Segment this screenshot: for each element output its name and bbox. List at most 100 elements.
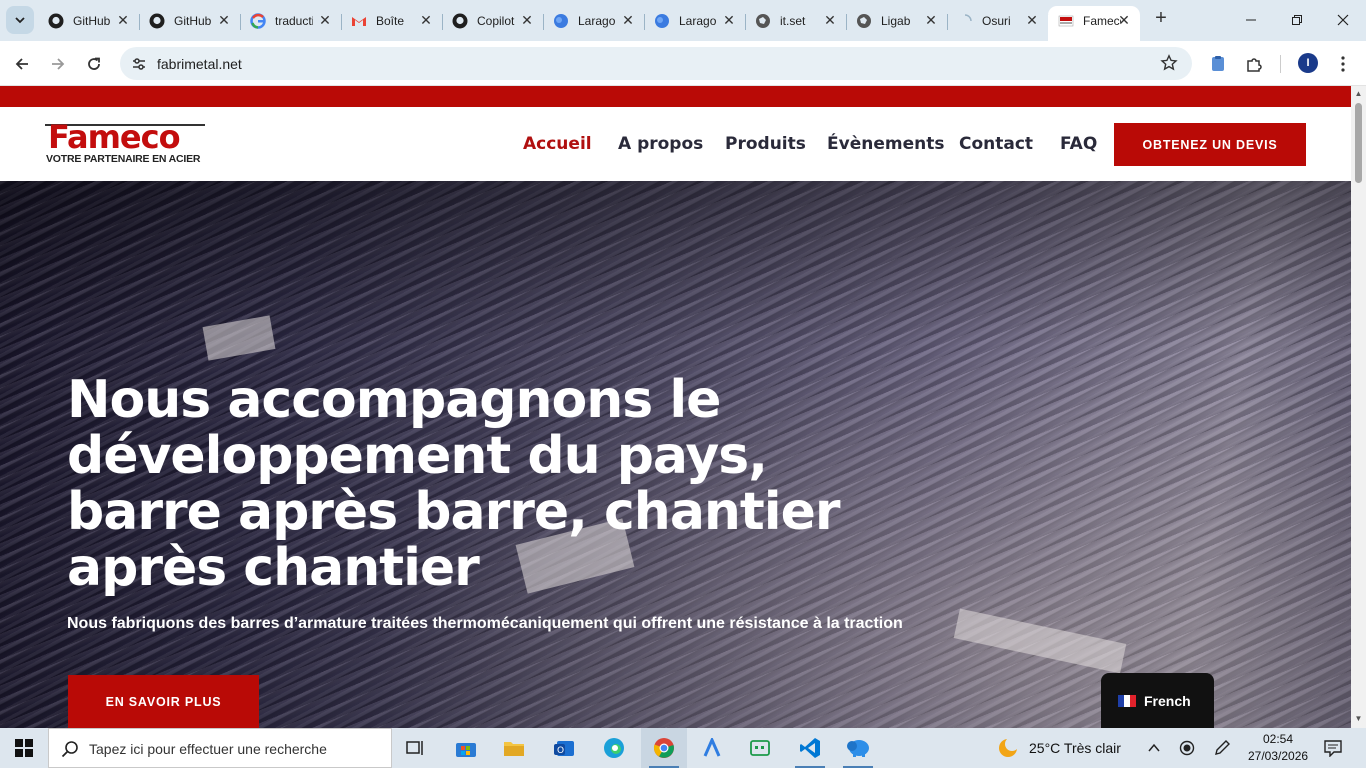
- close-tab-icon[interactable]: ✕: [822, 12, 838, 28]
- browser-tab[interactable]: Laragon ✕: [543, 6, 645, 35]
- nav-evenements[interactable]: Évènements: [827, 134, 944, 154]
- tab-title: Boîte: [376, 13, 405, 28]
- close-tab-icon[interactable]: ✕: [620, 12, 636, 28]
- tab-strip: GitHub✕GitHub✕traduction✕Boîte✕Copilot✕L…: [0, 0, 1366, 41]
- nav-produits[interactable]: Produits: [725, 134, 806, 154]
- nav-accueil[interactable]: Accueil: [523, 134, 592, 154]
- notifications-button[interactable]: [1324, 739, 1342, 762]
- arc-app-button[interactable]: [689, 728, 735, 768]
- profile-avatar[interactable]: I: [1298, 53, 1318, 73]
- site-header: Fameco VOTRE PARTENAIRE EN ACIER Accueil…: [0, 107, 1351, 181]
- page-scrollbar[interactable]: ▲ ▼: [1351, 86, 1366, 728]
- laragon-icon: [553, 13, 569, 29]
- tab-title: Ligab: [881, 13, 911, 28]
- close-window-button[interactable]: [1320, 0, 1366, 40]
- address-bar[interactable]: fabrimetal.net: [120, 47, 1192, 80]
- browser-tab[interactable]: it.set ✕: [745, 6, 847, 35]
- outlook-button[interactable]: O: [541, 728, 587, 768]
- terminal-app-button[interactable]: [737, 728, 783, 768]
- browser-tab[interactable]: Laragon ✕: [644, 6, 746, 35]
- globe-icon: [755, 13, 771, 29]
- elephant-icon: [847, 740, 869, 757]
- search-placeholder: Tapez ici pour effectuer une recherche: [89, 741, 327, 757]
- clock-date[interactable]: 27/03/2026: [1248, 749, 1308, 763]
- close-tab-icon[interactable]: ✕: [721, 12, 737, 28]
- extensions-button[interactable]: [1242, 52, 1266, 76]
- close-tab-icon[interactable]: ✕: [418, 12, 434, 28]
- new-tab-button[interactable]: +: [1150, 8, 1172, 30]
- browser-tab[interactable]: Ligab ✕: [846, 6, 948, 35]
- get-quote-button[interactable]: OBTENEZ UN DEVIS: [1114, 123, 1306, 166]
- scroll-thumb[interactable]: [1355, 103, 1362, 183]
- taskbar-search[interactable]: Tapez ici pour effectuer une recherche: [48, 728, 392, 768]
- browser-tab[interactable]: Osuri ✕: [947, 6, 1049, 35]
- weather-text[interactable]: 25°C Très clair: [1029, 740, 1121, 756]
- task-view-button[interactable]: [392, 728, 438, 768]
- browser-tab[interactable]: traduction ✕: [240, 6, 342, 35]
- back-button[interactable]: [9, 51, 35, 77]
- vscode-icon: [800, 738, 820, 758]
- hero-subtitle: Nous fabriquons des barres d’armature tr…: [67, 615, 903, 632]
- show-hidden-icons-button[interactable]: [1146, 740, 1162, 761]
- browser-tab[interactable]: Boîte ✕: [341, 6, 443, 35]
- nav-a-propos[interactable]: A propos: [618, 134, 703, 154]
- restore-icon: [1292, 15, 1302, 25]
- tab-title: Osuri: [982, 13, 1011, 28]
- chrome-button[interactable]: [641, 728, 687, 768]
- forward-button[interactable]: [45, 51, 71, 77]
- tab-search-button[interactable]: [6, 6, 34, 34]
- puzzle-icon: [1247, 58, 1262, 72]
- browser-tab[interactable]: Fameco✕: [1048, 6, 1140, 41]
- scroll-up-arrow-icon[interactable]: ▲: [1354, 89, 1363, 98]
- weather-moon-icon[interactable]: [996, 736, 1020, 765]
- reading-list-button[interactable]: [1206, 52, 1230, 76]
- tab-title: GitHub: [174, 13, 212, 28]
- edge-button[interactable]: [591, 728, 637, 768]
- close-tab-icon[interactable]: ✕: [317, 12, 333, 28]
- language-switcher[interactable]: French: [1101, 673, 1214, 728]
- close-tab-icon[interactable]: ✕: [115, 12, 131, 28]
- minimize-button[interactable]: [1228, 0, 1274, 40]
- restore-button[interactable]: [1274, 0, 1320, 40]
- gmail-icon: [351, 13, 367, 29]
- bookmark-star-button[interactable]: [1160, 54, 1178, 77]
- search-icon: [61, 741, 78, 758]
- close-tab-icon[interactable]: ✕: [519, 12, 535, 28]
- star-icon: [1160, 54, 1178, 71]
- github-icon: [48, 13, 64, 29]
- start-button[interactable]: [0, 728, 48, 768]
- reload-button[interactable]: [81, 51, 107, 77]
- nav-contact[interactable]: Contact: [959, 134, 1033, 154]
- nav-faq[interactable]: FAQ: [1060, 134, 1097, 154]
- microsoft-store-button[interactable]: [443, 728, 489, 768]
- close-tab-icon[interactable]: ✕: [1116, 12, 1132, 28]
- arrow-right-icon: [52, 58, 65, 70]
- chevron-down-icon: [15, 17, 25, 24]
- web-page: Fameco VOTRE PARTENAIRE EN ACIER Accueil…: [0, 86, 1351, 728]
- close-tab-icon[interactable]: ✕: [1024, 12, 1040, 28]
- browser-tab[interactable]: GitHub ✕: [139, 6, 241, 35]
- vscode-button[interactable]: [787, 728, 833, 768]
- chevron-up-icon: [1148, 743, 1160, 752]
- learn-more-button[interactable]: EN SAVOIR PLUS: [68, 675, 259, 728]
- record-icon[interactable]: [1179, 740, 1195, 761]
- windows-taskbar: Tapez ici pour effectuer une recherche O…: [0, 728, 1366, 768]
- file-explorer-button[interactable]: [491, 728, 537, 768]
- pen-icon[interactable]: [1213, 739, 1231, 762]
- browser-tab[interactable]: GitHub ✕: [38, 6, 140, 35]
- chrome-menu-button[interactable]: [1331, 52, 1355, 76]
- clock-time[interactable]: 02:54: [1263, 732, 1293, 746]
- elephant-app-button[interactable]: [835, 728, 881, 768]
- more-vertical-icon: [1341, 56, 1345, 72]
- tab-title: traduction: [275, 13, 313, 28]
- browser-tab[interactable]: Copilot ✕: [442, 6, 544, 35]
- url-text[interactable]: fabrimetal.net: [157, 56, 242, 72]
- tab-title: GitHub: [73, 13, 111, 28]
- browser-toolbar: fabrimetal.net: [0, 41, 1366, 86]
- site-logo[interactable]: Fameco VOTRE PARTENAIRE EN ACIER: [44, 118, 206, 169]
- scroll-down-arrow-icon[interactable]: ▼: [1354, 714, 1363, 723]
- close-tab-icon[interactable]: ✕: [216, 12, 232, 28]
- site-info-button[interactable]: [128, 53, 150, 75]
- logo-wordmark: Fameco: [48, 118, 181, 156]
- close-tab-icon[interactable]: ✕: [923, 12, 939, 28]
